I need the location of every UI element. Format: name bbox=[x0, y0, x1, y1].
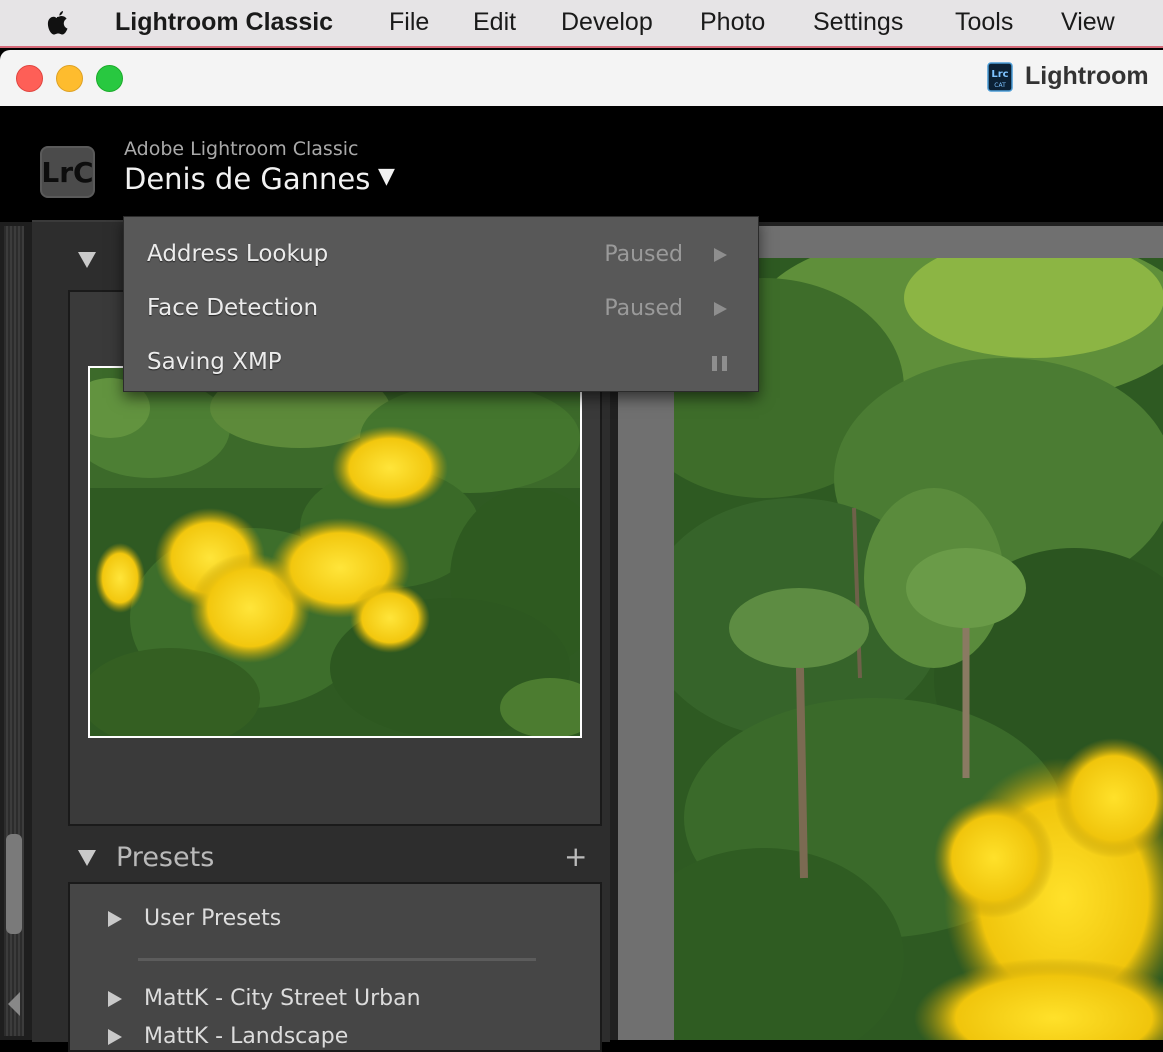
preset-folder-user-presets[interactable]: User Presets bbox=[108, 906, 281, 931]
activity-center-caret-icon[interactable]: ▼ bbox=[378, 164, 395, 189]
presets-title: Presets bbox=[116, 842, 215, 873]
menu-file[interactable]: File bbox=[389, 8, 429, 37]
activity-status: Paused bbox=[604, 242, 683, 267]
minimize-window-button[interactable] bbox=[56, 65, 83, 92]
collapse-left-panel-icon[interactable] bbox=[8, 992, 20, 1016]
lrc-logo-icon: LrC bbox=[40, 146, 95, 198]
menu-view[interactable]: View bbox=[1061, 8, 1115, 37]
lrcat-document-icon: Lrc CAT bbox=[987, 62, 1013, 92]
navigator-thumbnail[interactable] bbox=[88, 366, 582, 738]
window-title: Lightroom bbox=[1025, 62, 1149, 90]
identity-user-name[interactable]: Denis de Gannes bbox=[124, 162, 370, 196]
activity-status: Paused bbox=[604, 296, 683, 321]
identity-plate: LrC Adobe Lightroom Classic Denis de Gan… bbox=[0, 106, 1163, 222]
pause-icon[interactable] bbox=[712, 356, 728, 371]
macos-menu-bar: Lightroom Classic File Edit Develop Phot… bbox=[0, 0, 1163, 48]
collapse-triangle-icon[interactable] bbox=[78, 252, 96, 268]
preset-divider bbox=[138, 958, 536, 961]
svg-text:CAT: CAT bbox=[994, 82, 1006, 89]
play-icon[interactable] bbox=[714, 302, 727, 316]
expand-triangle-icon[interactable] bbox=[108, 991, 122, 1007]
menu-photo[interactable]: Photo bbox=[700, 8, 765, 37]
expand-triangle-icon[interactable] bbox=[108, 911, 122, 927]
preset-folder-label: MattK - City Street Urban bbox=[144, 986, 421, 1011]
close-window-button[interactable] bbox=[16, 65, 43, 92]
add-preset-icon[interactable]: + bbox=[564, 840, 587, 873]
preset-folder-mattk-landscape[interactable]: MattK - Landscape bbox=[108, 1024, 348, 1049]
play-icon[interactable] bbox=[714, 248, 727, 262]
activity-center-menu: Address Lookup Paused Face Detection Pau… bbox=[123, 216, 759, 392]
zoom-window-button[interactable] bbox=[96, 65, 123, 92]
left-panel-scrollbar bbox=[0, 222, 32, 1040]
menu-develop[interactable]: Develop bbox=[561, 8, 653, 37]
preset-folder-mattk-city[interactable]: MattK - City Street Urban bbox=[108, 986, 421, 1011]
menu-edit[interactable]: Edit bbox=[473, 8, 516, 37]
menu-settings[interactable]: Settings bbox=[813, 8, 903, 37]
preset-folder-label: MattK - Landscape bbox=[144, 1024, 349, 1049]
app-menu-lightroom-classic[interactable]: Lightroom Classic bbox=[115, 8, 333, 37]
apple-logo-icon[interactable] bbox=[42, 8, 72, 40]
svg-text:Lrc: Lrc bbox=[991, 69, 1008, 80]
activity-label: Saving XMP bbox=[147, 349, 282, 375]
forest-thumbnail-image bbox=[90, 368, 580, 736]
scroll-thumb[interactable] bbox=[6, 834, 22, 934]
collapse-triangle-icon[interactable] bbox=[78, 850, 96, 866]
preset-folder-label: User Presets bbox=[144, 906, 282, 931]
activity-label: Address Lookup bbox=[147, 241, 329, 267]
presets-header[interactable]: Presets + bbox=[32, 828, 610, 886]
activity-label: Face Detection bbox=[147, 295, 319, 321]
expand-triangle-icon[interactable] bbox=[108, 1029, 122, 1045]
menu-tools[interactable]: Tools bbox=[955, 8, 1013, 37]
product-name: Adobe Lightroom Classic bbox=[124, 138, 359, 160]
window-title-bar: Lrc CAT Lightroom bbox=[0, 50, 1163, 106]
